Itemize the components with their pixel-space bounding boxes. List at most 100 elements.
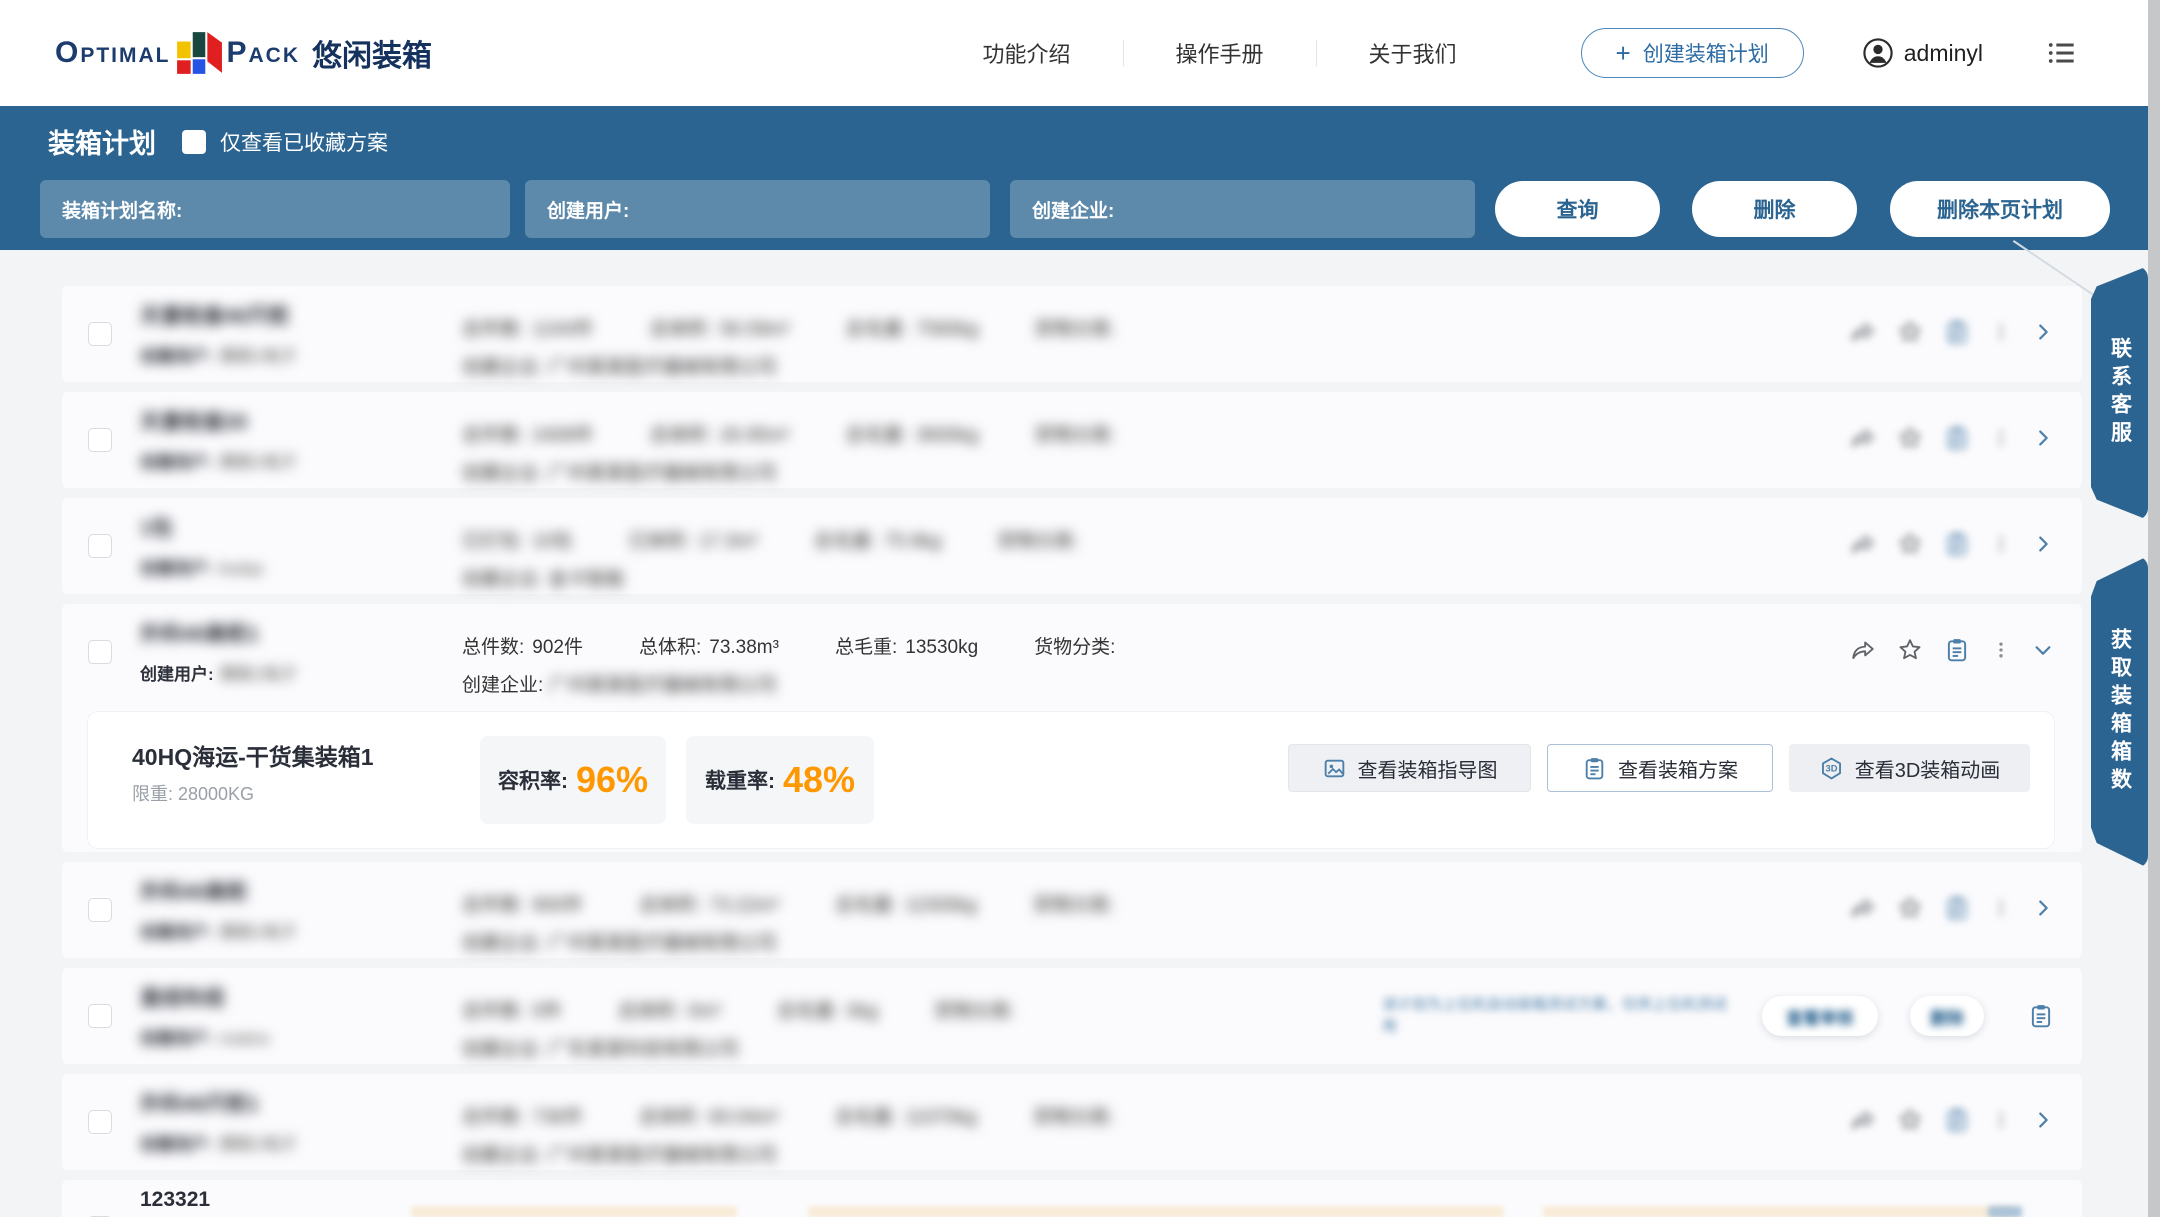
create-company-value: 广州某某医疗器械有限公司 [549, 675, 777, 696]
delete-button[interactable]: 删除 [1692, 181, 1857, 237]
plan-row[interactable]: 天意检查20 创建用户:赛斯2电子 总件数:2408件 总体积:26.95m³ … [62, 392, 2082, 488]
review-button[interactable]: 查看审核 [1762, 996, 1878, 1036]
share-icon[interactable] [1850, 319, 1876, 345]
brand-text-cn: 悠闲装箱 [312, 31, 432, 75]
chevron-right-icon[interactable] [2032, 319, 2054, 345]
plus-icon: + [1616, 40, 1631, 66]
chevron-right-icon[interactable] [2032, 895, 2054, 921]
chevron-down-icon[interactable] [2032, 637, 2054, 663]
plan-row[interactable]: 外科40尺柜1 创建用户:赛斯2电子 总件数:736件 总体积:60.04m³ … [62, 1074, 2082, 1170]
query-button[interactable]: 查询 [1495, 181, 1660, 237]
create-plan-button[interactable]: + 创建装箱计划 [1581, 28, 1804, 78]
share-icon[interactable] [1850, 637, 1876, 663]
create-company-input[interactable]: 创建企业: [1010, 180, 1475, 238]
weight-limit: 限重: 28000KG [132, 780, 254, 806]
volume-rate-value: 96% [576, 759, 648, 801]
vertical-scrollbar[interactable] [2148, 0, 2160, 1217]
favorite-star-icon[interactable] [1897, 637, 1923, 663]
container-name: 40HQ海运-干货集装箱1 [132, 738, 374, 772]
brand-text-optimal: Optimal [55, 36, 171, 70]
clipboard-icon[interactable] [1944, 1107, 1970, 1133]
favorite-star-icon[interactable] [1897, 895, 1923, 921]
volume-rate-box: 容积率: 96% [480, 736, 666, 824]
create-company-label: 创建企业: [1032, 196, 1114, 223]
more-menu-icon[interactable] [1991, 319, 2011, 345]
plan-row-expanded[interactable]: 外科40高柜1 创建用户:赛斯2电子 总件数:902件 总体积:73.38m³ … [62, 604, 2082, 852]
more-menu-icon[interactable] [1991, 425, 2011, 451]
share-icon[interactable] [1850, 425, 1876, 451]
get-container-count-tab[interactable]: 获取装箱箱数 [2091, 556, 2148, 868]
nav-item-features[interactable]: 功能介绍 [931, 37, 1123, 69]
view-packing-plan-button[interactable]: 查看装箱方案 [1547, 744, 1773, 792]
image-icon [1322, 756, 1347, 781]
view-guide-image-button[interactable]: 查看装箱指导图 [1288, 744, 1531, 792]
create-user-input[interactable]: 创建用户: [525, 180, 990, 238]
view-3d-animation-button[interactable]: 查看3D装箱动画 [1789, 744, 2030, 792]
row-checkbox[interactable] [88, 1110, 112, 1134]
favorites-only-checkbox[interactable] [182, 130, 206, 154]
clipboard-icon [1582, 756, 1607, 781]
row-checkbox[interactable] [88, 898, 112, 922]
plan-title: 1包 [140, 512, 264, 542]
list-menu-icon[interactable] [2045, 37, 2077, 69]
plan-row[interactable]: 直线布线 创建用户:matins 总件数:0件 总体积:0m³ 总毛重:0kg … [62, 968, 2082, 1064]
chevron-right-icon[interactable] [2032, 425, 2054, 451]
clipboard-icon[interactable] [1944, 637, 1970, 663]
clipboard-icon[interactable] [1944, 425, 1970, 451]
get-container-count-label: 获取装箱箱数 [2105, 628, 2135, 796]
plan-note: 该计划为上位机自动装箱测试方案，仅供上位机测试用 [1382, 994, 1734, 1039]
plan-title: 天意检查40尺柜 [140, 300, 297, 330]
more-menu-icon[interactable] [1991, 637, 2011, 663]
create-user-value: 赛斯2电子 [220, 347, 297, 366]
row-checkbox[interactable] [88, 1004, 112, 1028]
clipboard-icon[interactable] [1944, 531, 1970, 557]
page-title: 装箱计划 [48, 122, 156, 161]
plan-title: 外科40高柜1 [140, 618, 297, 648]
plan-name-label: 装箱计划名称: [62, 196, 182, 223]
row-checkbox[interactable] [88, 428, 112, 452]
favorite-star-icon[interactable] [1897, 531, 1923, 557]
more-menu-icon[interactable] [1991, 1107, 2011, 1133]
top-header: Optimal Pack 悠闲装箱 功能介绍 操作手册 关于我们 + 创建装箱计… [0, 0, 2160, 106]
clipboard-icon[interactable] [2028, 1003, 2054, 1029]
row-checkbox[interactable] [88, 640, 112, 664]
contact-service-tab[interactable]: 联系客服 [2091, 266, 2148, 520]
share-icon[interactable] [1850, 1107, 1876, 1133]
brand-text-pack: Pack [227, 36, 301, 70]
plan-title: 外科40尺柜1 [140, 1088, 297, 1118]
favorite-star-icon[interactable] [1897, 319, 1923, 345]
share-icon[interactable] [1850, 895, 1876, 921]
user-menu[interactable]: adminyl [1862, 37, 1983, 69]
chevron-right-icon[interactable] [2032, 531, 2054, 557]
plan-title: 天意检查20 [140, 406, 297, 436]
favorite-star-icon[interactable] [1897, 425, 1923, 451]
plan-row[interactable]: 外科40高柜 创建用户:赛斯2电子 总件数:900件 总体积:73.22m³ 总… [62, 862, 2082, 958]
delete-page-button[interactable]: 删除本页计划 [1890, 181, 2110, 237]
plan-row[interactable]: 123321 [62, 1180, 2082, 1217]
main-nav: 功能介绍 操作手册 关于我们 [931, 37, 1509, 69]
blurred-tag [1543, 1206, 2012, 1217]
delete-plan-button[interactable]: 删除 [1910, 996, 1984, 1036]
share-icon[interactable] [1850, 531, 1876, 557]
plan-row[interactable]: 天意检查40尺柜 创建用户:赛斯2电子 总件数:1244件 总体积:56.59m… [62, 286, 2082, 382]
filter-bar: 装箱计划 仅查看已收藏方案 装箱计划名称: 创建用户: 创建企业: 查询 删除 … [0, 106, 2160, 250]
row-checkbox[interactable] [88, 534, 112, 558]
clipboard-icon[interactable] [1944, 319, 1970, 345]
favorites-only-label[interactable]: 仅查看已收藏方案 [220, 127, 388, 157]
cube-3d-icon [1819, 756, 1844, 781]
username: adminyl [1904, 40, 1983, 67]
load-rate-box: 载重率: 48% [686, 736, 874, 824]
nav-item-manual[interactable]: 操作手册 [1124, 37, 1316, 69]
load-rate-value: 48% [783, 759, 855, 801]
brand-logo[interactable]: Optimal Pack 悠闲装箱 [55, 30, 432, 76]
more-menu-icon[interactable] [1991, 531, 2011, 557]
create-plan-label: 创建装箱计划 [1643, 38, 1769, 68]
plan-row[interactable]: 1包 创建用户:liudqx 已打包:10包 已体积:17.3m³ 总毛重:75… [62, 498, 2082, 594]
clipboard-icon[interactable] [1944, 895, 1970, 921]
more-menu-icon[interactable] [1991, 895, 2011, 921]
row-checkbox[interactable] [88, 322, 112, 346]
favorite-star-icon[interactable] [1897, 1107, 1923, 1133]
chevron-right-icon[interactable] [2032, 1107, 2054, 1133]
plan-name-input[interactable]: 装箱计划名称: [40, 180, 510, 238]
nav-item-about[interactable]: 关于我们 [1317, 37, 1509, 69]
